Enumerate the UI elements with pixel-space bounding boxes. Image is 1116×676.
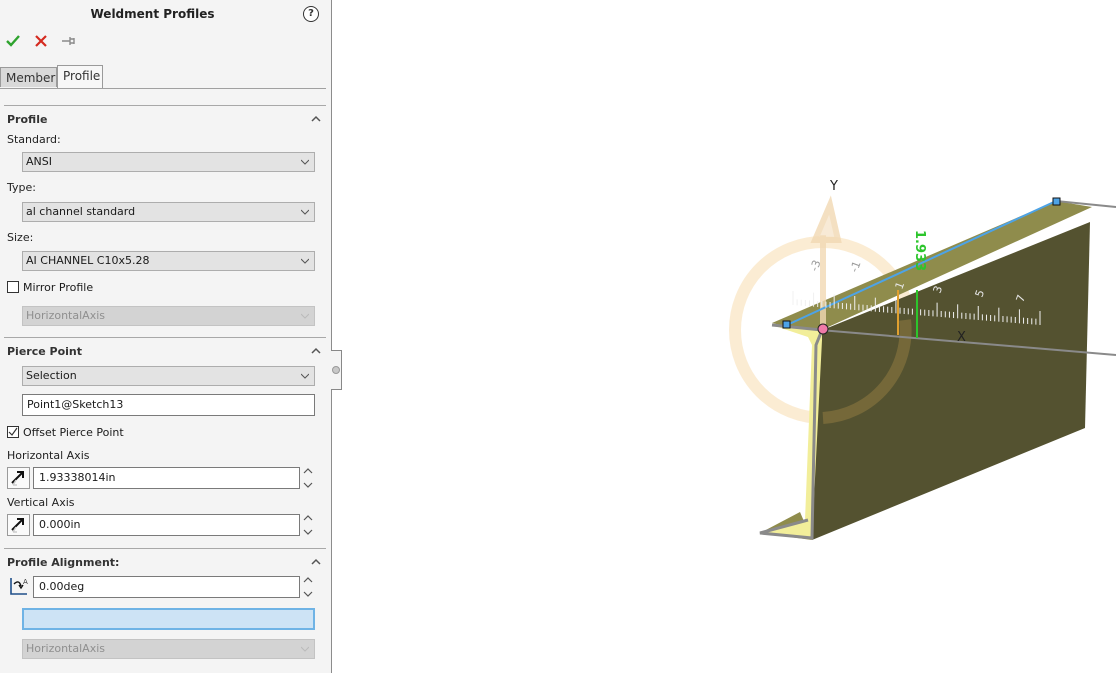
standard-value: ANSI (26, 155, 52, 168)
pierce-section-title: Pierce Point (7, 345, 83, 358)
vertical-offset-input[interactable]: 0.000in (33, 514, 300, 536)
help-icon[interactable]: ? (303, 6, 319, 22)
graphics-viewport[interactable]: -3 -1 1 3 5 7 1.933 Y X (333, 0, 1116, 673)
standard-select[interactable]: ANSI (22, 152, 315, 172)
tab-profile[interactable]: Profile (57, 65, 103, 88)
chevron-down-icon (301, 646, 309, 652)
chevron-down-icon (301, 209, 309, 215)
x-icon (35, 35, 47, 47)
horizontal-axis-label: Horizontal Axis (7, 449, 90, 462)
mirror-profile-label: Mirror Profile (23, 281, 94, 294)
pierce-point[interactable] (817, 323, 829, 335)
divider (4, 548, 326, 549)
action-row (5, 32, 77, 50)
pushpin-icon (62, 37, 75, 45)
mirror-axis-value: HorizontalAxis (26, 309, 105, 322)
vertical-axis-label: Vertical Axis (7, 496, 75, 509)
alignment-angle-input[interactable]: 0.00deg (33, 576, 300, 598)
pierce-point-field[interactable]: Point1@Sketch13 (22, 394, 315, 416)
alignment-selection-box[interactable] (22, 608, 315, 630)
type-value: al channel standard (26, 205, 136, 218)
model-view: -3 -11 3 5 7 1.933 Y X (729, 179, 1116, 540)
endpoint-handle[interactable] (1052, 197, 1061, 206)
horizontal-spinner[interactable] (302, 467, 314, 489)
pierce-mode-value: Selection (26, 369, 77, 382)
x-axis-label: X (957, 330, 966, 345)
flip-horizontal-button[interactable] (7, 467, 30, 489)
mirror-profile-checkbox[interactable] (7, 281, 19, 293)
angle-spinner[interactable] (302, 576, 314, 598)
checkmark-icon (8, 427, 18, 436)
horizontal-offset-input[interactable]: 1.93338014in (33, 467, 300, 489)
direction-arrow-icon (11, 518, 24, 533)
divider (4, 105, 326, 106)
ok-button[interactable] (5, 33, 21, 49)
pierce-mode-select[interactable]: Selection (22, 366, 315, 386)
tab-member[interactable]: Member (0, 67, 57, 87)
endpoint-handle[interactable] (782, 320, 791, 329)
alignment-section-title: Profile Alignment: (7, 556, 120, 569)
svg-text:A: A (23, 578, 28, 586)
checkmark-icon (6, 35, 20, 47)
chevron-down-icon (301, 159, 309, 165)
direction-arrow-icon (11, 471, 24, 486)
chevron-down-icon (301, 373, 309, 379)
profile-section-title: Profile (7, 113, 48, 126)
type-select[interactable]: al channel standard (22, 202, 315, 222)
cancel-button[interactable] (33, 33, 49, 49)
mirror-axis-select: HorizontalAxis (22, 306, 315, 326)
collapse-pierce-icon[interactable] (311, 346, 321, 356)
offset-pierce-checkbox[interactable] (7, 426, 19, 438)
pin-button[interactable] (61, 33, 77, 49)
size-select[interactable]: AI CHANNEL C10x5.28 (22, 251, 315, 271)
ruler-label: -1 (848, 259, 864, 274)
type-label: Type: (7, 181, 36, 194)
flip-vertical-button[interactable] (7, 514, 30, 536)
chevron-down-icon (301, 313, 309, 319)
offset-pierce-label: Offset Pierce Point (23, 426, 124, 439)
tab-bar: Member Profile (0, 65, 326, 89)
property-manager-panel: Weldment Profiles ? Member Profile Profi… (0, 0, 332, 673)
dimension-readout: 1.933 (912, 230, 927, 271)
collapse-profile-icon[interactable] (311, 114, 321, 124)
alignment-axis-value: HorizontalAxis (26, 642, 105, 655)
vertical-spinner[interactable] (302, 514, 314, 536)
divider (4, 337, 326, 338)
y-axis-label: Y (829, 179, 838, 194)
collapse-alignment-icon[interactable] (311, 557, 321, 567)
chevron-down-icon (301, 258, 309, 264)
standard-label: Standard: (7, 133, 61, 146)
panel-title: Weldment Profiles (90, 7, 215, 21)
alignment-axis-select: HorizontalAxis (22, 639, 315, 659)
size-value: AI CHANNEL C10x5.28 (26, 254, 150, 267)
rotate-angle-icon: A (10, 578, 28, 595)
size-label: Size: (7, 231, 34, 244)
